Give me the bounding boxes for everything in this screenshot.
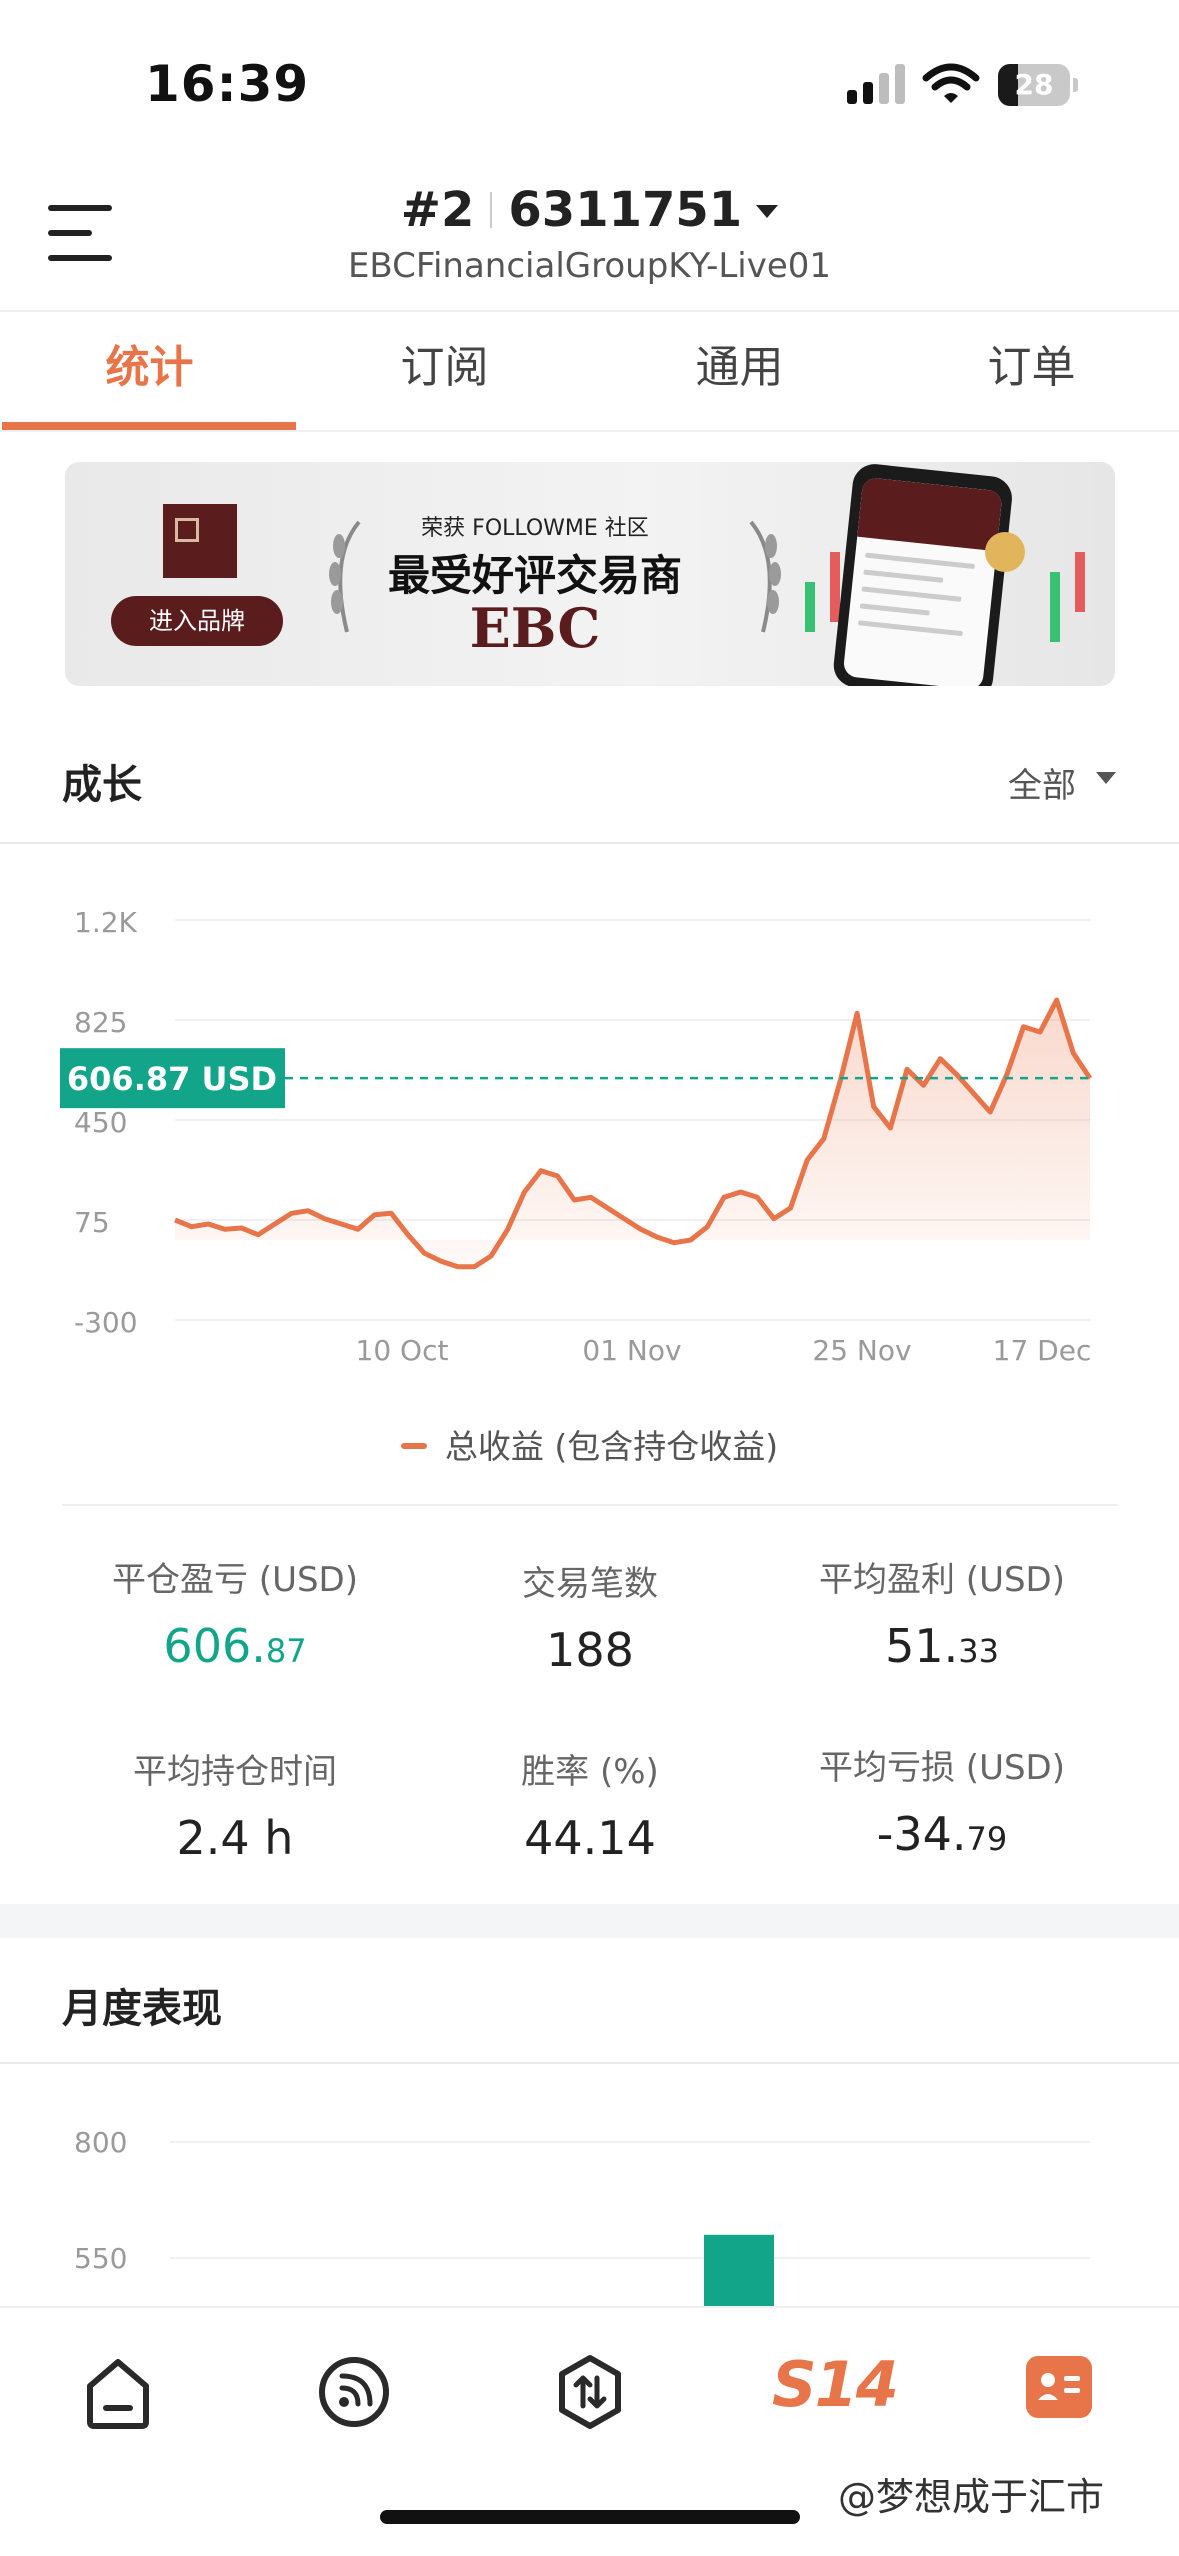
growth-title: 成长 [62,762,142,808]
monthly-bar [704,2234,774,2310]
stat-win-rate: 胜率 (%) 44.14 [410,1744,770,1865]
chart-legend: 总收益 (包含持仓收益) [0,1420,1179,1468]
home-icon[interactable] [78,2352,158,2432]
tab-orders[interactable]: 订单 [884,312,1179,432]
active-tab-indicator [2,422,296,430]
y-tick-label: 550 [74,2242,127,2275]
stat-value: 51.33 [885,1619,999,1673]
range-filter[interactable]: 全部 [1008,758,1076,807]
laurel-right-icon [749,520,781,633]
s14-nav-item[interactable]: S14 [772,2348,899,2421]
tab-bar: 统计 订阅 通用 订单 [0,312,1179,432]
tab-statistics[interactable]: 统计 [2,312,297,432]
profile-card-icon[interactable] [1026,2356,1092,2418]
stat-value: -34.79 [876,1807,1008,1861]
stat-label: 胜率 (%) [521,1752,659,1792]
current-value-label: 606.87 USD [67,1060,277,1098]
tabs-divider [0,430,1179,432]
candle-icon [805,582,815,632]
y-tick-label: 450 [74,1106,127,1139]
stat-value: 44.14 [524,1811,656,1865]
account-number: 6311751 [508,182,743,238]
phone-mockup-image [831,462,1015,686]
status-bar: 16:39 28 [0,0,1179,150]
candle-icon [1050,572,1060,642]
y-tick-label: -300 [74,1306,138,1339]
stat-trade-count: 交易笔数 188 [410,1556,770,1677]
home-indicator [380,2510,800,2524]
legend-divider [62,1504,1118,1506]
stat-label: 平仓盈亏 (USD) [112,1560,358,1600]
y-tick-label: 825 [74,1006,127,1039]
account-header: #2 6311751 EBCFinancialGroupKY-Live01 [0,150,1179,310]
coin-icon [985,532,1025,572]
feed-icon[interactable] [314,2352,394,2432]
wifi-icon [922,63,980,103]
x-tick-label: 10 Oct [356,1334,449,1367]
status-time: 16:39 [145,55,310,113]
stat-average-profit: 平均盈利 (USD) 51.33 [762,1552,1122,1673]
ebc-promo-banner[interactable]: 进入品牌 荣获 FOLLOWME 社区 最受好评交易商 EBC [65,462,1115,686]
growth-chart: 1.2K 825 450 75 -300 10 Oct 01 Nov 25 Nov 17 Dec… [60,906,1093,1367]
section-divider [0,842,1179,844]
monthly-chart: 800 550 [74,2126,1090,2310]
candle-icon [1075,552,1085,612]
tab-general[interactable]: 通用 [592,312,887,432]
x-tick-label: 25 Nov [812,1334,911,1367]
account-index: #2 [400,182,475,238]
legend-label: 总收益 (包含持仓收益) [444,1427,779,1466]
battery-level: 28 [1014,68,1054,101]
ebc-logo [163,504,237,578]
enter-brand-button[interactable]: 进入品牌 [111,596,283,646]
account-selector[interactable]: #2 6311751 [0,182,1179,238]
monthly-title: 月度表现 [62,1986,222,2032]
stat-label: 平均盈利 (USD) [819,1560,1065,1600]
stat-avg-holding-time: 平均持仓时间 2.4 h [55,1744,415,1865]
stat-label: 平均亏损 (USD) [819,1748,1065,1788]
x-tick-label: 17 Dec [993,1334,1092,1367]
battery-icon: 28 [998,64,1078,106]
banner-award-subtitle: 荣获 FOLLOWME 社区 [421,516,649,541]
stat-value: 2.4 h [176,1811,294,1865]
stat-closed-pnl: 平仓盈亏 (USD) 606.87 [55,1552,415,1673]
trade-icon[interactable] [550,2352,630,2432]
stat-label: 平均持仓时间 [133,1752,337,1792]
x-tick-label: 01 Nov [582,1334,681,1367]
section-divider [0,2062,1179,2064]
cellular-signal-icon [847,64,905,104]
watermark: @梦想成于汇市 [838,2475,1105,2519]
stat-value: 188 [546,1623,634,1677]
banner-brand-name: EBC [469,596,601,660]
caret-down-icon [756,205,779,218]
legend-swatch [400,1443,427,1449]
stat-label: 交易笔数 [522,1564,658,1604]
caret-down-icon[interactable] [1096,772,1116,784]
stat-average-loss: 平均亏损 (USD) -34.79 [762,1740,1122,1861]
section-gap [0,1904,1179,1938]
banner-award-title: 最受好评交易商 [387,551,682,600]
y-tick-label: 75 [74,1206,110,1239]
account-server: EBCFinancialGroupKY-Live01 [347,246,832,286]
tab-subscription[interactable]: 订阅 [297,312,592,432]
stat-value: 606.87 [163,1619,307,1673]
y-tick-label: 800 [74,2126,127,2159]
y-tick-label: 1.2K [74,906,138,939]
